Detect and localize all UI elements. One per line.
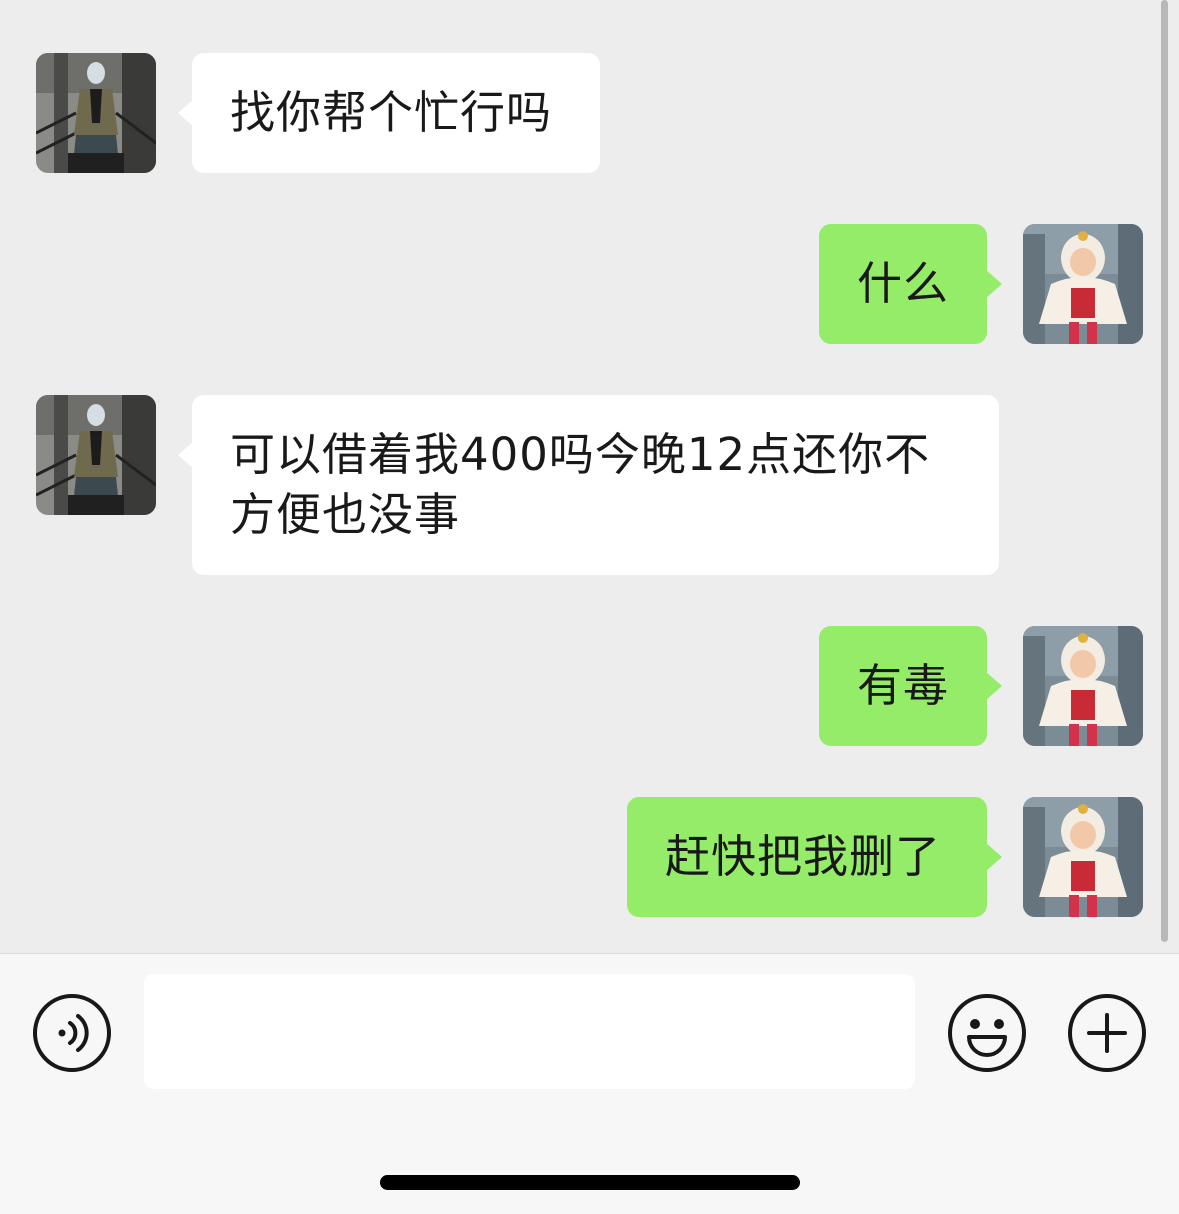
self-avatar[interactable] [1023,626,1143,746]
message-text: 找你帮个忙行吗 [230,86,553,139]
message-bubble-outgoing[interactable]: 赶快把我删了 [627,797,1002,917]
emoji-icon[interactable] [947,993,1027,1073]
message-bubble-incoming[interactable]: 可以借着我400吗今晚12点还你不方便也没事 [178,395,999,575]
self-avatar[interactable] [1023,224,1143,344]
message-text: 赶快把我删了 [665,830,942,883]
home-indicator[interactable] [380,1175,800,1190]
scrollbar[interactable] [1161,0,1168,942]
chat-message-list[interactable]: 找你帮个忙行吗 什么 可以借着我400吗今晚12点还你不方便也没事 有毒 赶快把… [0,0,1179,953]
message-text: 有毒 [857,659,950,712]
contact-avatar[interactable] [36,395,156,515]
self-avatar[interactable] [1023,797,1143,917]
contact-avatar[interactable] [36,53,156,173]
voice-icon[interactable] [32,993,112,1073]
message-input[interactable] [144,974,915,1089]
message-bubble-outgoing[interactable]: 什么 [819,224,1002,344]
message-bubble-incoming[interactable]: 找你帮个忙行吗 [178,53,600,173]
message-bubble-outgoing[interactable]: 有毒 [819,626,1002,746]
plus-icon[interactable] [1067,993,1147,1073]
message-text: 可以借着我400吗今晚12点还你不方便也没事 [230,428,931,541]
message-text: 什么 [857,257,950,310]
